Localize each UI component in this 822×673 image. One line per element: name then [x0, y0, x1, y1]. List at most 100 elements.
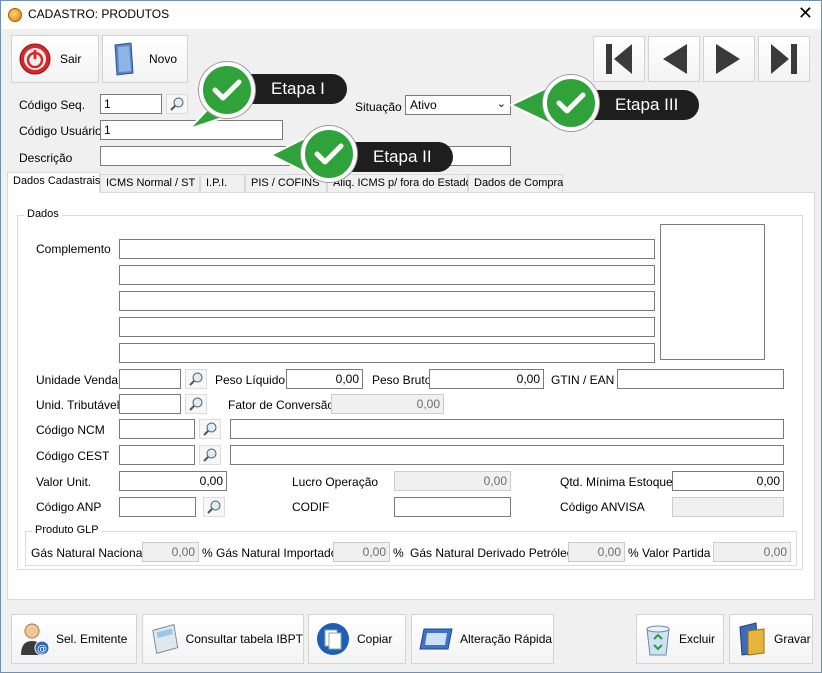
complemento-line-4[interactable] — [119, 317, 655, 337]
etapa1-text: Etapa I — [271, 79, 325, 98]
situacao-value: Ativo — [410, 98, 437, 112]
etapa3-text: Etapa III — [615, 95, 679, 114]
sel-emitente-label: Sel. Emitente — [56, 632, 128, 646]
product-registration-window: CADASTRO: PRODUTOS ✕ Sair Novo Código Se… — [0, 0, 822, 673]
etapa1-check-icon — [199, 62, 255, 118]
unidade-venda-search-button[interactable] — [185, 369, 207, 389]
tab-dados-cadastrais[interactable]: Dados Cadastrais — [7, 172, 100, 193]
codigo-cest-input[interactable] — [119, 445, 195, 465]
gas-importado-input: 0,00 — [333, 542, 390, 562]
copiar-button[interactable]: Copiar — [308, 614, 406, 664]
gas-derivado-input: 0,00 — [568, 542, 625, 562]
ncm-description-input[interactable] — [230, 419, 784, 439]
peso-liquido-input[interactable]: 0,00 — [286, 369, 363, 389]
gravar-label: Gravar — [774, 632, 811, 646]
codigo-seq-input[interactable]: 1 — [100, 94, 162, 114]
first-record-button[interactable] — [593, 36, 645, 82]
top-toolbar: Sair Novo — [7, 35, 815, 87]
complemento-line-3[interactable] — [119, 291, 655, 311]
novo-label: Novo — [149, 52, 178, 66]
product-image-box[interactable] — [660, 224, 765, 360]
excluir-button[interactable]: Excluir — [636, 614, 724, 664]
codigo-anp-search-button[interactable] — [203, 497, 225, 517]
unid-tributavel-input[interactable] — [119, 394, 181, 414]
sair-button[interactable]: Sair — [11, 35, 99, 83]
codigo-anp-input[interactable] — [119, 497, 196, 517]
codif-input[interactable] — [394, 497, 511, 517]
complemento-label: Complemento — [36, 242, 111, 256]
unid-tributavel-label: Unid. Tributável — [36, 398, 120, 412]
tab-ipi[interactable]: I.P.I. — [200, 174, 245, 193]
copy-icon — [317, 623, 349, 655]
magnifier-icon — [189, 372, 203, 386]
recycle-bin-icon — [646, 625, 670, 656]
codigo-ncm-search-button[interactable] — [199, 419, 221, 439]
sair-label: Sair — [60, 52, 82, 66]
gas-derivado-label: Gás Natural Derivado Petróleo — [410, 546, 574, 560]
complemento-line-1[interactable] — [119, 239, 655, 259]
svg-text:@: @ — [37, 644, 47, 655]
codif-label: CODIF — [292, 500, 330, 514]
codigo-ncm-input[interactable] — [119, 419, 195, 439]
unid-tributavel-search-button[interactable] — [185, 394, 207, 414]
valor-partida-input: 0,00 — [713, 542, 791, 562]
magnifier-icon — [203, 448, 217, 462]
tab-dados-compra[interactable]: Dados de Compra — [468, 174, 563, 193]
gtin-input[interactable] — [617, 369, 784, 389]
unidade-venda-label: Unidade Venda — [36, 373, 119, 387]
complemento-line-2[interactable] — [119, 265, 655, 285]
window-title: CADASTRO: PRODUTOS — [28, 7, 170, 21]
quick-edit-icon — [419, 628, 453, 650]
dados-group-title: Dados — [24, 208, 62, 220]
gravar-button[interactable]: Gravar — [729, 614, 813, 664]
excluir-label: Excluir — [679, 632, 716, 646]
codigo-anvisa-input — [672, 497, 784, 517]
valor-partida-label: Valor Partida — [642, 546, 711, 560]
novo-button[interactable]: Novo — [102, 35, 188, 83]
consultar-ibpt-label: Consultar tabela IBPT — [185, 632, 303, 646]
gas-nacional-percent: % — [202, 546, 213, 560]
last-icon — [771, 44, 797, 74]
first-icon — [606, 44, 632, 74]
previous-record-button[interactable] — [648, 36, 700, 82]
gas-nacional-input: 0,00 — [142, 542, 199, 562]
last-record-button[interactable] — [758, 36, 810, 82]
bottom-toolbar: @ Sel. Emitente Consultar tabela IBPT Co… — [7, 614, 815, 666]
magnifier-icon — [203, 422, 217, 436]
peso-liquido-label: Peso Líquido — [215, 373, 286, 387]
new-document-icon — [114, 42, 134, 76]
consultar-ibpt-button[interactable]: Consultar tabela IBPT — [142, 614, 304, 664]
gas-nacional-label: Gás Natural Nacional — [31, 546, 146, 560]
lucro-operacao-input: 0,00 — [394, 471, 511, 491]
calculator-icon — [152, 624, 179, 654]
unidade-venda-input[interactable] — [119, 369, 181, 389]
next-record-button[interactable] — [703, 36, 755, 82]
lucro-operacao-label: Lucro Operação — [292, 475, 379, 489]
alteracao-rapida-button[interactable]: Alteração Rápida — [411, 614, 554, 664]
previous-icon — [663, 44, 687, 74]
codigo-cest-search-button[interactable] — [199, 445, 221, 465]
close-icon[interactable]: ✕ — [798, 3, 813, 24]
situacao-select[interactable]: Ativo ⌄ — [405, 95, 511, 115]
gas-importado-percent: % — [393, 546, 404, 560]
qtd-minima-label: Qtd. Mínima Estoque — [560, 475, 673, 489]
codigo-usuario-label: Código Usuário — [19, 124, 102, 138]
qtd-minima-input[interactable]: 0,00 — [672, 471, 784, 491]
fator-conversao-label: Fator de Conversão — [228, 398, 335, 412]
title-bar: CADASTRO: PRODUTOS ✕ — [1, 1, 821, 29]
descricao-label: Descrição — [19, 151, 73, 165]
gas-importado-label: Gás Natural Importado — [216, 546, 338, 560]
copiar-label: Copiar — [357, 632, 393, 646]
sel-emitente-button[interactable]: @ Sel. Emitente — [11, 614, 137, 664]
gas-derivado-percent: % — [628, 546, 639, 560]
tab-aliq-icms-fora-estado[interactable]: Aliq. ICMS p/ fora do Estado — [327, 174, 472, 193]
cest-description-input[interactable] — [230, 445, 784, 465]
peso-bruto-input[interactable]: 0,00 — [429, 369, 544, 389]
valor-unit-input[interactable]: 0,00 — [119, 471, 227, 491]
codigo-ncm-label: Código NCM — [36, 423, 105, 437]
tab-icms-normal-st[interactable]: ICMS Normal / ST — [100, 174, 200, 193]
codigo-seq-label: Código Seq. — [19, 98, 86, 112]
save-icon — [739, 622, 765, 656]
complemento-line-5[interactable] — [119, 343, 655, 363]
alteracao-rapida-label: Alteração Rápida — [460, 632, 553, 646]
